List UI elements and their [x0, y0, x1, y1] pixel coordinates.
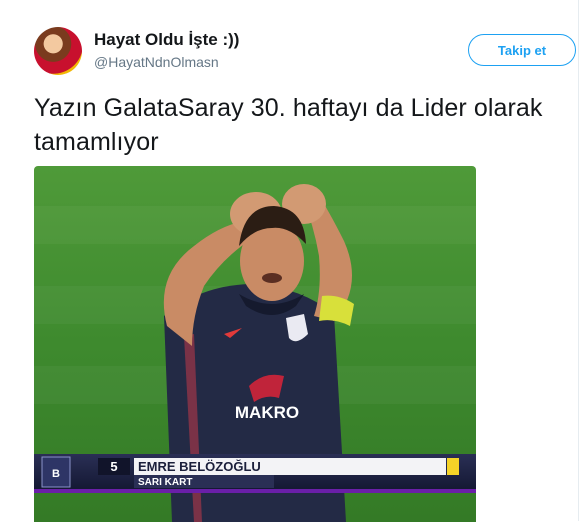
follow-button[interactable]: Takip et [468, 34, 576, 66]
author-handle[interactable]: @HayatNdnOlmasn [94, 54, 219, 70]
tweet-media-photo[interactable]: MAKRO B 5 EMRE BELÖZOĞLU SARI KART [34, 166, 476, 522]
caption-player-number: 5 [110, 459, 117, 474]
author-display-name[interactable]: Hayat Oldu İşte :)) [94, 30, 239, 50]
match-photo: MAKRO B 5 EMRE BELÖZOĞLU SARI KART [34, 166, 476, 522]
tweet-text: Yazın GalataSaray 30. haftayı da Lider o… [34, 94, 543, 156]
yellow-card-icon [447, 458, 459, 475]
svg-text:B: B [52, 468, 60, 480]
author-avatar[interactable] [34, 27, 82, 75]
caption-player-name: EMRE BELÖZOĞLU [138, 459, 261, 474]
jersey-sponsor-text: MAKRO [235, 403, 299, 422]
caption-event: SARI KART [138, 477, 192, 488]
